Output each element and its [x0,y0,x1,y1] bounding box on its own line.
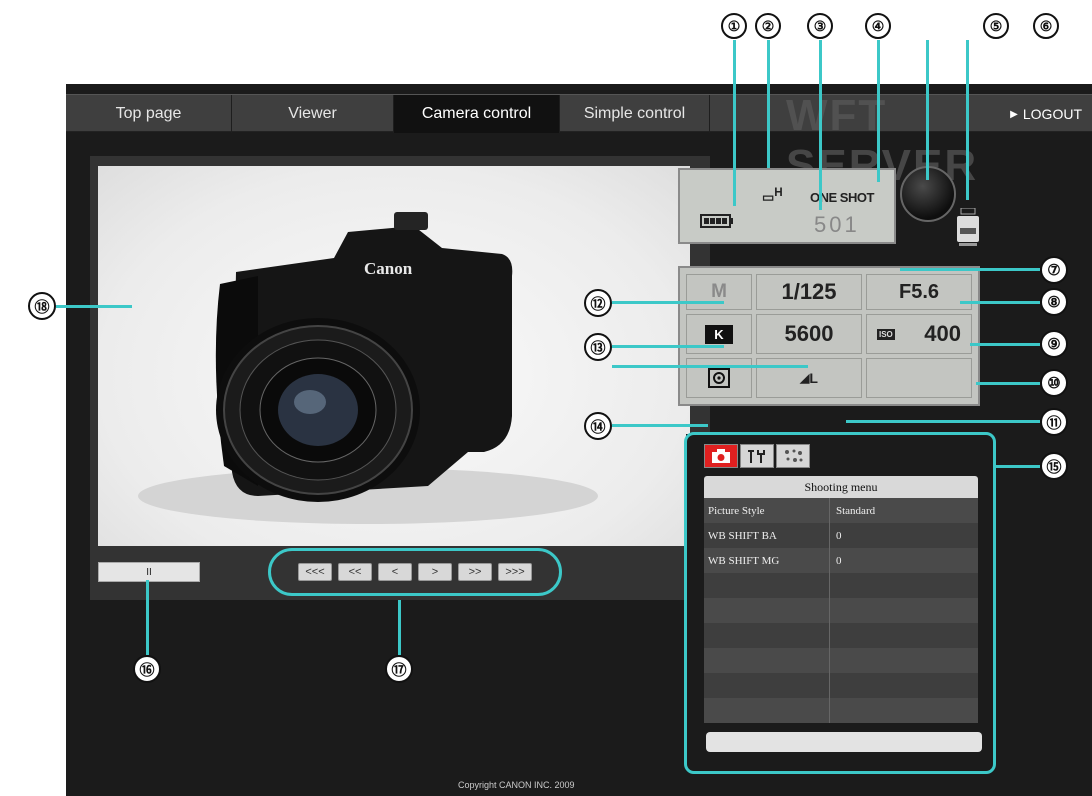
shutter-speed[interactable]: 1/125 [756,274,862,310]
empty-setting-slot [866,358,972,398]
leader-6 [966,40,969,200]
white-balance-mode[interactable]: K [686,314,752,354]
camera-status-lcd: ▭H ONE SHOT 501 [678,168,896,244]
wb-kelvin-icon: K [705,324,733,344]
leader-17 [398,600,401,655]
leader-11 [846,420,1040,423]
leader-10 [976,382,1040,385]
leader-4 [877,40,880,182]
leader-3 [819,40,822,210]
tab-simple-control[interactable]: Simple control [560,95,710,133]
callout-12: ⑫ [584,289,612,317]
shooting-settings-panel: M 1/125 F5.6 K 5600 ISO 400 ◢ L [678,266,980,406]
callout-8: ⑧ [1040,288,1068,316]
leader-1 [733,40,736,206]
callout-9: ⑨ [1040,330,1068,358]
battery-icon [700,214,733,228]
leader-2 [767,40,770,168]
leader-13b [612,365,808,368]
camera-brand-text: Canon [364,259,413,278]
iso-icon: ISO [877,328,895,340]
nav-prev-button[interactable]: < [378,563,412,581]
callout-17: ⑰ [385,655,413,683]
playback-progress-bar[interactable]: II [98,562,200,582]
logout-link[interactable]: ▶ LOGOUT [1010,95,1082,133]
leader-18 [56,305,132,308]
quality-icon: ◢ [800,371,810,385]
callout-7: ⑦ [1040,256,1068,284]
metering-mode[interactable] [686,358,752,398]
nav-next-button[interactable]: > [418,563,452,581]
metering-icon [708,368,730,388]
logout-label: LOGOUT [1022,106,1082,122]
tab-top-page[interactable]: Top page [66,95,232,133]
aperture-value[interactable]: F5.6 [866,274,972,310]
callout-2: ② [755,13,781,39]
callout-18: ⑱ [28,292,56,320]
callout-6: ⑥ [1033,13,1059,39]
drive-mode-value: H [774,186,783,199]
leader-14 [612,424,708,427]
leader-7 [900,268,1040,271]
tab-camera-control[interactable]: Camera control [394,95,560,133]
iso-setting[interactable]: ISO 400 [866,314,972,354]
leader-9 [970,343,1040,346]
callout-3: ③ [807,13,833,39]
quality-value: L [809,370,818,386]
color-temperature[interactable]: 5600 [756,314,862,354]
callout-4: ④ [865,13,891,39]
callout-1: ① [721,13,747,39]
callout-15: ⑮ [1040,452,1068,480]
nav-first-button[interactable]: <<< [298,563,332,581]
callout-16: ⑯ [133,655,161,683]
nav-prev-page-button[interactable]: << [338,563,372,581]
leader-13 [612,345,724,348]
image-quality[interactable]: ◢ L [756,358,862,398]
live-view-panel: Canon II <<< << < > >> >>> [90,156,710,600]
leader-16 [146,580,149,655]
leader-15 [996,465,1040,468]
progress-label: II [146,566,152,578]
menu-highlight-outline [684,432,996,774]
iso-value: 400 [924,321,961,346]
callout-14: ⑭ [584,412,612,440]
leader-5 [926,40,929,180]
shots-remaining: 501 [814,212,860,237]
callout-13: ⑬ [584,333,612,361]
drive-mode-icon: ▭H [762,186,783,205]
callout-11: ⑪ [1040,408,1068,436]
leader-12 [612,301,724,304]
tab-viewer[interactable]: Viewer [232,95,394,133]
top-navigation-bar: WFT SERVER Top page Viewer Camera contro… [66,91,1092,190]
frame-navigation-group: <<< << < > >> >>> [268,548,562,596]
callout-10: ⑩ [1040,369,1068,397]
leader-8 [960,301,1040,304]
lock-switch-icon[interactable] [955,208,981,248]
callout-5: ⑤ [983,13,1009,39]
shooting-mode[interactable]: M [686,274,752,310]
nav-next-page-button[interactable]: >> [458,563,492,581]
nav-last-button[interactable]: >>> [498,563,532,581]
logout-arrow-icon: ▶ [1010,108,1018,120]
copyright-text: Copyright CANON INC. 2009 [458,780,575,790]
